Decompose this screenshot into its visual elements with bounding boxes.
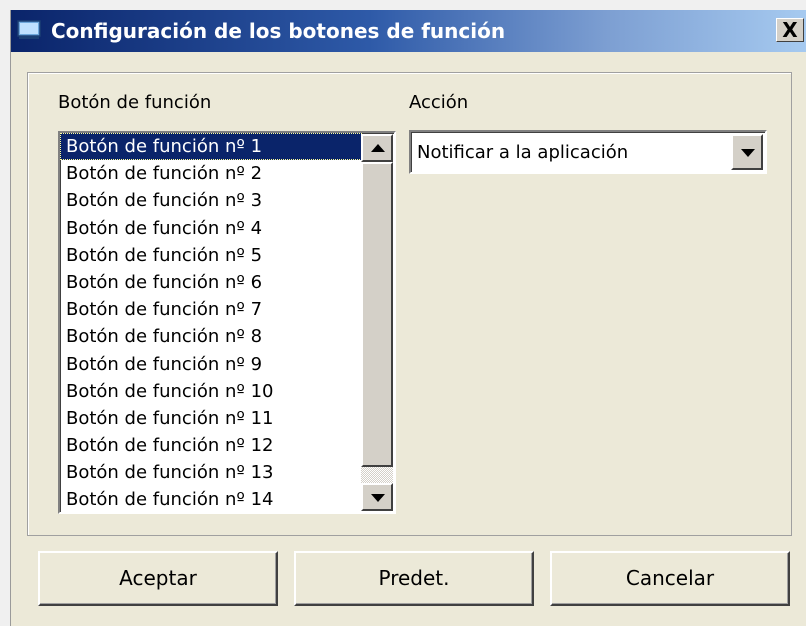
list-item[interactable]: Botón de función nº 1: [60, 133, 362, 161]
vertical-scrollbar[interactable]: [361, 134, 393, 511]
list-item[interactable]: Botón de función nº 10: [60, 378, 362, 405]
close-button[interactable]: X: [776, 18, 804, 42]
window-title: Configuración de los botones de función: [51, 19, 506, 43]
close-icon: X: [782, 18, 798, 42]
title-bar[interactable]: Configuración de los botones de función …: [11, 10, 806, 52]
accept-button[interactable]: Aceptar: [38, 551, 278, 606]
scroll-up-button[interactable]: [361, 134, 393, 162]
list-items: Botón de función nº 1 Botón de función nº…: [60, 133, 362, 512]
list-item[interactable]: Botón de función nº 9: [60, 351, 362, 378]
list-item[interactable]: Botón de función nº 3: [60, 187, 362, 214]
chevron-down-icon: [741, 149, 755, 157]
scroll-down-button[interactable]: [361, 483, 393, 511]
arrow-down-icon: [371, 494, 385, 502]
action-label: Acción: [409, 92, 469, 113]
list-item[interactable]: Botón de función nº 4: [60, 215, 362, 242]
default-button[interactable]: Predet.: [294, 551, 534, 606]
scroll-thumb[interactable]: [361, 162, 393, 467]
action-dropdown-value: Notificar a la aplicación: [417, 142, 629, 163]
list-item[interactable]: Botón de función nº 2: [60, 160, 362, 187]
list-item[interactable]: Botón de función nº 13: [60, 459, 362, 486]
function-button-label: Botón de función: [58, 92, 212, 113]
list-item[interactable]: Botón de función nº 5: [60, 242, 362, 269]
dialog-window: Configuración de los botones de función …: [10, 10, 806, 626]
arrow-up-icon: [371, 144, 385, 152]
action-dropdown[interactable]: Notificar a la aplicación: [409, 130, 767, 174]
dropdown-button[interactable]: [731, 134, 763, 170]
list-item[interactable]: Botón de función nº 7: [60, 296, 362, 323]
list-item[interactable]: Botón de función nº 8: [60, 323, 362, 350]
list-item[interactable]: Botón de función nº 6: [60, 269, 362, 296]
list-item[interactable]: Botón de función nº 14: [60, 486, 362, 512]
app-icon: [17, 20, 41, 39]
scroll-track[interactable]: [361, 467, 393, 483]
function-button-list[interactable]: Botón de función nº 1 Botón de función nº…: [58, 131, 396, 514]
list-item[interactable]: Botón de función nº 11: [60, 405, 362, 432]
list-item[interactable]: Botón de función nº 12: [60, 432, 362, 459]
cancel-button[interactable]: Cancelar: [550, 551, 790, 606]
